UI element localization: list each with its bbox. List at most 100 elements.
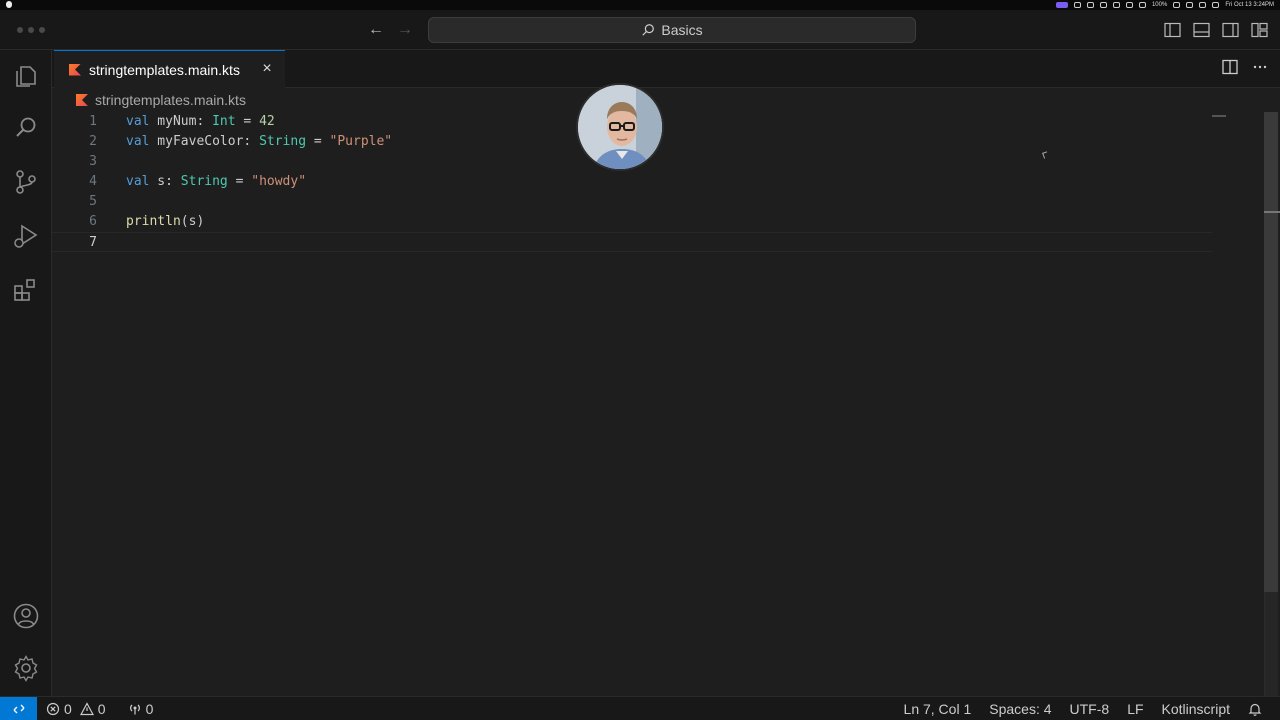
battery-percent[interactable]: 100% <box>1152 2 1167 8</box>
window-controls <box>17 27 45 33</box>
menu-extra-icon[interactable] <box>1073 2 1081 8</box>
language-mode[interactable]: Kotlinscript <box>1162 701 1230 717</box>
code-line[interactable]: 7 <box>52 232 1212 252</box>
ports-button[interactable]: 0 <box>128 701 154 717</box>
search-icon <box>16 117 36 137</box>
control-center-icon[interactable] <box>1212 2 1220 8</box>
code-token: val <box>126 174 150 189</box>
split-editor-icon[interactable] <box>1222 59 1238 75</box>
toggle-primary-sidebar-icon[interactable] <box>1164 22 1181 38</box>
encoding-setting[interactable]: UTF-8 <box>1070 701 1110 717</box>
code-token: = <box>227 174 252 189</box>
search-view-button[interactable] <box>12 114 40 142</box>
dropbox-icon[interactable] <box>1086 2 1094 8</box>
explorer-button[interactable] <box>12 62 40 90</box>
menu-extra-icon[interactable] <box>1125 2 1133 8</box>
extensions-button[interactable] <box>12 276 40 304</box>
code-token: val <box>126 134 150 149</box>
code-token: myFaveColor: <box>149 134 260 149</box>
activity-bar <box>0 50 52 696</box>
close-window-button[interactable] <box>17 27 23 33</box>
code-token: val <box>126 114 150 129</box>
zoom-window-button[interactable] <box>39 27 45 33</box>
line-number: 5 <box>89 194 97 209</box>
kotlin-file-icon <box>76 94 88 106</box>
battery-icon[interactable] <box>1173 2 1181 8</box>
back-arrow-icon[interactable]: ← <box>366 20 386 40</box>
code-line[interactable]: 4 val s: String = "howdy" <box>52 172 1212 192</box>
error-icon <box>46 702 60 716</box>
remote-indicator-button[interactable] <box>0 697 37 720</box>
code-token: (s) <box>180 214 205 229</box>
code-editor[interactable]: 1 val myNum: Int = 42 2 val myFaveColor: St… <box>52 112 1264 696</box>
code-token: println <box>126 214 181 229</box>
warning-count: 0 <box>97 701 106 717</box>
line-number: 1 <box>89 114 97 129</box>
source-control-icon <box>16 170 36 194</box>
screen-recording-icon[interactable] <box>1055 2 1068 8</box>
code-token: 42 <box>259 114 275 129</box>
minimap[interactable] <box>1212 115 1226 117</box>
account-icon <box>13 603 39 629</box>
bluetooth-icon[interactable] <box>1138 2 1146 8</box>
code-line[interactable]: 5 <box>52 192 1212 212</box>
remote-icon <box>13 704 24 714</box>
line-number: 4 <box>89 174 97 189</box>
code-text[interactable]: val myNum: Int = 42 <box>126 112 275 132</box>
accounts-button[interactable] <box>12 602 40 630</box>
warning-icon <box>79 702 94 716</box>
command-center-label: Basics <box>661 22 703 38</box>
spotlight-icon[interactable] <box>1199 2 1207 8</box>
toggle-secondary-sidebar-icon[interactable] <box>1222 22 1239 38</box>
line-number: 6 <box>89 214 97 229</box>
status-right: Ln 7, Col 1 Spaces: 4 UTF-8 LF Kotlinscr… <box>904 697 1262 720</box>
line-number: 7 <box>89 235 97 250</box>
code-token: "Purple" <box>329 134 393 149</box>
extensions-icon <box>14 279 35 301</box>
apple-logo-icon[interactable] <box>6 1 12 8</box>
minimize-window-button[interactable] <box>28 27 34 33</box>
code-token: = <box>306 134 330 149</box>
scrollbar-thumb[interactable] <box>1264 112 1278 592</box>
code-token: String <box>259 134 307 149</box>
code-token: Int <box>212 114 236 129</box>
manage-button[interactable] <box>12 654 40 682</box>
command-center-search[interactable]: Basics <box>428 17 916 43</box>
kotlin-file-icon <box>69 63 81 76</box>
code-text[interactable]: val myFaveColor: String = "Purple" <box>126 132 392 152</box>
code-line[interactable]: 6 println(s) <box>52 212 1212 232</box>
broadcast-icon <box>129 704 140 715</box>
customize-layout-icon[interactable] <box>1251 22 1268 38</box>
toggle-panel-icon[interactable] <box>1193 22 1210 38</box>
code-text[interactable]: val s: String = "howdy" <box>126 172 306 192</box>
source-control-button[interactable] <box>12 168 40 196</box>
eol-setting[interactable]: LF <box>1127 701 1143 717</box>
more-actions-icon[interactable] <box>1252 59 1268 75</box>
cursor-position[interactable]: Ln 7, Col 1 <box>904 701 972 717</box>
run-debug-icon <box>14 224 38 248</box>
code-token: String <box>180 174 228 189</box>
presenter-portrait <box>578 85 662 169</box>
line-number: 3 <box>89 154 97 169</box>
run-debug-button[interactable] <box>12 222 40 250</box>
breadcrumb[interactable]: stringtemplates.main.kts <box>52 88 246 112</box>
code-token: s: <box>149 174 181 189</box>
notifications-button[interactable] <box>1248 702 1262 716</box>
menu-extra-icon[interactable] <box>1112 2 1120 8</box>
breadcrumb-file[interactable]: stringtemplates.main.kts <box>95 92 246 108</box>
forward-arrow-icon[interactable]: → <box>395 20 415 40</box>
files-icon <box>16 66 36 87</box>
code-token: "howdy" <box>251 174 307 189</box>
code-text[interactable]: println(s) <box>126 212 204 232</box>
tab-stringtemplates[interactable]: stringtemplates.main.kts × <box>54 50 285 88</box>
layout-controls <box>1164 22 1268 38</box>
indentation-setting[interactable]: Spaces: 4 <box>989 701 1051 717</box>
ports-count: 0 <box>145 701 154 717</box>
editor-actions <box>1222 59 1268 75</box>
menu-extra-icon[interactable] <box>1099 2 1107 8</box>
wifi-icon[interactable] <box>1186 2 1194 8</box>
editor-tab-bar: stringtemplates.main.kts × <box>52 50 1280 88</box>
problems-button[interactable]: 0 0 <box>46 701 106 717</box>
close-icon[interactable]: × <box>259 60 275 78</box>
menu-bar-clock[interactable]: Fri Oct 13 3:24PM <box>1225 2 1274 8</box>
